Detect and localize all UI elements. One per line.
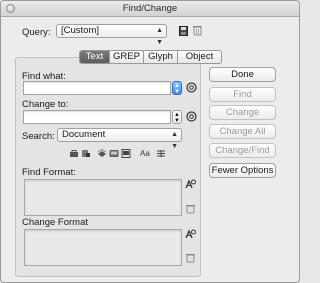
case-sensitive-icon[interactable]: Aa bbox=[140, 149, 150, 159]
change-special-characters-menu[interactable]: ▲ ▼ bbox=[172, 110, 182, 124]
tab-object[interactable]: Object bbox=[178, 51, 221, 63]
delete-query-icon[interactable] bbox=[193, 25, 202, 36]
change-button[interactable]: Change bbox=[209, 105, 276, 120]
change-find-button[interactable]: Change/Find bbox=[209, 143, 276, 158]
specify-change-format-icon[interactable] bbox=[185, 229, 196, 240]
change-special-characters-icon[interactable] bbox=[186, 111, 197, 122]
done-button[interactable]: Done bbox=[209, 67, 276, 82]
master-pages-icon[interactable] bbox=[109, 149, 119, 158]
find-format-label: Find Format: bbox=[22, 167, 76, 178]
specify-find-format-icon[interactable] bbox=[185, 179, 196, 190]
locked-stories-icon[interactable] bbox=[81, 149, 91, 158]
clear-find-format-icon[interactable] bbox=[186, 204, 195, 214]
query-label: Query: bbox=[22, 27, 51, 38]
find-change-window: Find/Change Query: [Custom] ▲ ▼ Text GREP… bbox=[0, 0, 300, 283]
find-special-characters-menu[interactable]: ▲ ▼ bbox=[172, 81, 182, 95]
clear-change-format-icon[interactable] bbox=[186, 253, 195, 263]
search-scope-value: Document bbox=[62, 129, 106, 140]
title-bar: Find/Change bbox=[1, 1, 299, 17]
change-to-label: Change to: bbox=[22, 99, 69, 110]
search-label: Search: bbox=[22, 131, 55, 142]
find-what-input[interactable] bbox=[23, 81, 171, 95]
search-scope-select[interactable]: Document ▲ ▼ bbox=[57, 128, 182, 150]
fewer-options-button[interactable]: Fewer Options bbox=[209, 163, 276, 178]
chevron-updown-icon: ▲ ▼ bbox=[174, 112, 180, 124]
save-query-icon[interactable] bbox=[179, 26, 188, 36]
locked-layers-icon[interactable] bbox=[69, 149, 79, 158]
change-format-label: Change Format bbox=[22, 217, 89, 228]
hidden-layers-icon[interactable] bbox=[97, 149, 107, 158]
find-special-characters-icon[interactable] bbox=[186, 82, 197, 93]
whole-word-icon[interactable] bbox=[156, 149, 166, 158]
change-to-input[interactable] bbox=[23, 110, 171, 124]
change-format-box[interactable] bbox=[24, 229, 182, 266]
chevron-updown-icon: ▲ ▼ bbox=[174, 83, 180, 95]
chevron-updown-icon: ▲ ▼ bbox=[171, 131, 178, 150]
find-button[interactable]: Find bbox=[209, 87, 276, 102]
query-value: [Custom] bbox=[61, 25, 100, 36]
tab-grep[interactable]: GREP bbox=[110, 51, 144, 63]
tab-glyph[interactable]: Glyph bbox=[144, 51, 178, 63]
query-select[interactable]: [Custom] ▲ ▼ bbox=[56, 24, 167, 46]
tab-bar: Text GREP Glyph Object bbox=[79, 50, 222, 64]
window-title: Find/Change bbox=[122, 3, 178, 14]
close-window-button[interactable] bbox=[6, 4, 15, 13]
change-all-button[interactable]: Change All bbox=[209, 124, 276, 139]
tab-text[interactable]: Text bbox=[80, 51, 110, 63]
chevron-updown-icon: ▲ ▼ bbox=[156, 27, 163, 46]
find-format-box[interactable] bbox=[24, 179, 182, 216]
footnotes-icon[interactable] bbox=[121, 149, 131, 158]
